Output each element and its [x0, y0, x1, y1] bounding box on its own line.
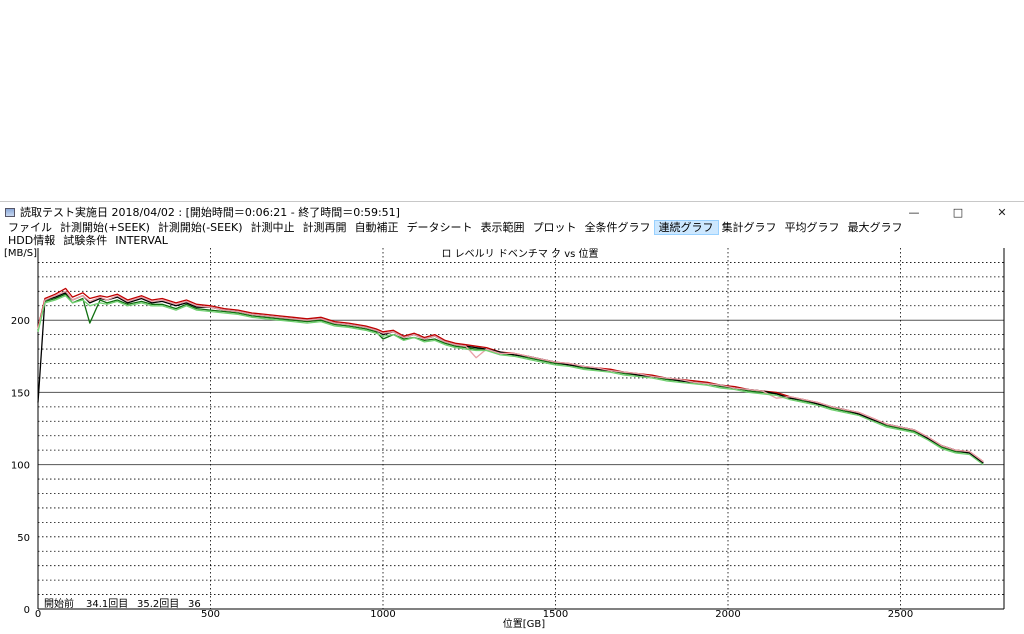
x-tick-label: 500 — [201, 609, 220, 620]
series-line-1 — [37, 293, 984, 464]
x-tick-label: 0 — [35, 609, 41, 620]
menu-item-display-range[interactable]: 表示範囲 — [477, 221, 529, 234]
x-axis-label: 位置[GB] — [503, 617, 546, 630]
menu-item-data-sheet[interactable]: データシート — [403, 221, 477, 234]
x-tick-label: 2000 — [715, 609, 740, 620]
legend-entry: 34.1回目 — [86, 598, 128, 610]
maximize-icon[interactable]: □ — [936, 202, 980, 222]
window-controls: — □ ✕ — [892, 202, 1024, 222]
close-icon[interactable]: ✕ — [980, 202, 1024, 222]
y-tick-label: 0 — [24, 605, 30, 616]
app-window-icon[interactable] — [5, 207, 15, 217]
menu-item-all-conditions-graph[interactable]: 全条件グラフ — [581, 221, 655, 234]
x-tick-label: 1500 — [543, 609, 568, 620]
title-bar[interactable]: 読取テスト実施日 2018/04/02 : [開始時間＝0:06:21 - 終了… — [0, 202, 1024, 222]
menu-item-file[interactable]: ファイル — [4, 221, 56, 234]
legend-entry: 35.2回目 — [137, 598, 179, 610]
menu-item-measure-stop[interactable]: 計測中止 — [247, 221, 299, 234]
x-tick-label: 2500 — [888, 609, 913, 620]
y-axis-label: [MB/S] — [4, 248, 37, 259]
menu-item-plot[interactable]: プロット — [529, 221, 581, 234]
legend-entry: 36 — [188, 599, 201, 610]
line-chart: 0501001502000 500 1000 1500 2000 2500[MB/S]位置… — [4, 247, 1005, 630]
menu-item-measure-start-minus-seek[interactable]: 計測開始(-SEEK) — [154, 221, 247, 234]
legend-entry: 開始前 — [44, 597, 74, 610]
window-title: 読取テスト実施日 2018/04/02 : [開始時間＝0:06:21 - 終了… — [20, 206, 400, 219]
y-tick-label: 100 — [11, 461, 30, 472]
x-tick-label: 1000 — [370, 609, 395, 620]
menu-item-measure-resume[interactable]: 計測再開 — [299, 221, 351, 234]
menu-item-average-graph[interactable]: 平均グラフ — [781, 221, 844, 234]
y-tick-label: 50 — [17, 533, 30, 544]
series-line-3 — [37, 290, 984, 463]
app-window: 読取テスト実施日 2018/04/02 : [開始時間＝0:06:21 - 終了… — [0, 201, 1024, 630]
y-tick-label: 200 — [11, 316, 30, 327]
menu-bar: ファイル 計測開始(+SEEK) 計測開始(-SEEK) 計測中止 計測再開 自動補正 デー… — [4, 220, 1020, 247]
menu-item-auto-correct[interactable]: 自動補正 — [351, 221, 403, 234]
menu-item-continuous-graph[interactable]: 連続グラフ — [653, 220, 719, 235]
menu-item-max-graph[interactable]: 最大グラフ — [844, 221, 907, 234]
series-line-4 — [37, 295, 984, 466]
chart-area: 0 50 100 150 200 0 500 1000 1500 2000 2500 [MB/S] 位置… — [0, 245, 1024, 630]
menu-item-summary-graph[interactable]: 集計グラフ — [718, 221, 781, 234]
chart-title: ロ レベルリ ドベンチマ ク vs 位置 — [441, 247, 598, 260]
menu-row-1: ファイル 計測開始(+SEEK) 計測開始(-SEEK) 計測中止 計測再開 自動補正 デー… — [4, 220, 1020, 235]
menu-item-measure-start-plus-seek[interactable]: 計測開始(+SEEK) — [56, 221, 154, 234]
y-tick-label: 150 — [11, 388, 30, 399]
minimize-icon[interactable]: — — [892, 202, 936, 222]
